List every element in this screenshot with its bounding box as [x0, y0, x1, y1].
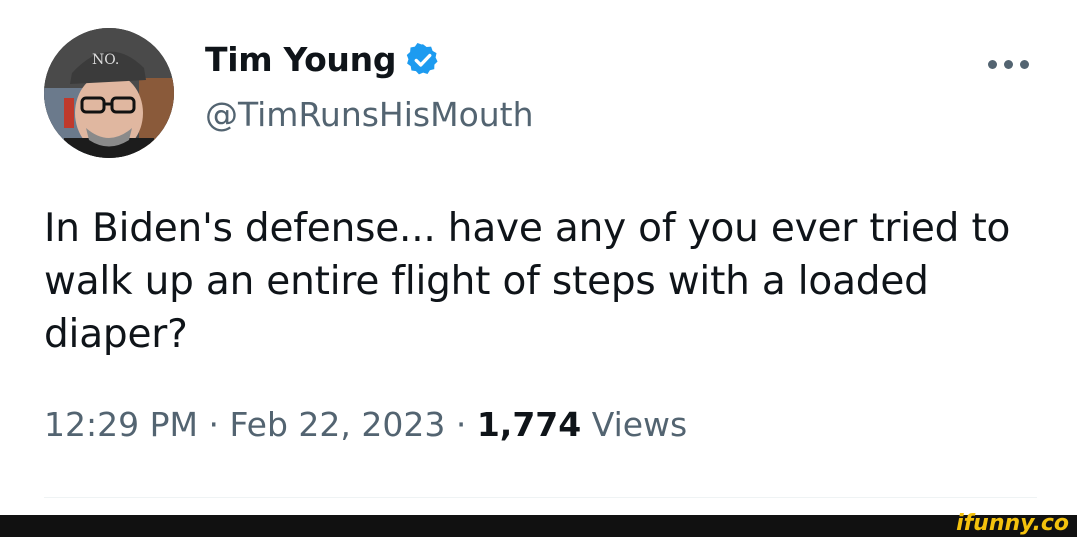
watermark-bar: [0, 515, 1077, 537]
views-label: Views: [591, 405, 688, 444]
more-dot: [1020, 59, 1029, 69]
author-name-row: Tim Young: [205, 40, 441, 79]
author-handle[interactable]: @TimRunsHisMouth: [205, 95, 534, 134]
tweet-time[interactable]: 12:29 PM: [44, 405, 198, 444]
watermark-logo: ifunny.co: [956, 511, 1069, 536]
more-dot: [1004, 59, 1013, 69]
more-options-icon[interactable]: [988, 54, 1036, 74]
tweet-meta: 12:29 PM · Feb 22, 2023 · 1,774 Views: [44, 405, 687, 444]
author-display-name[interactable]: Tim Young: [205, 40, 396, 79]
views-count: 1,774: [476, 405, 582, 444]
meta-separator: ·: [455, 405, 467, 444]
divider: [44, 497, 1037, 498]
tweet-date[interactable]: Feb 22, 2023: [229, 405, 445, 444]
avatar-hat-text: NO.: [92, 52, 119, 68]
more-dot: [988, 59, 997, 69]
meta-separator: ·: [208, 405, 219, 444]
verified-badge-icon: [405, 42, 441, 78]
author-avatar[interactable]: NO.: [44, 28, 174, 158]
avatar-image: NO.: [44, 28, 174, 158]
tweet-text: In Biden's defense... have any of you ev…: [44, 206, 1011, 357]
